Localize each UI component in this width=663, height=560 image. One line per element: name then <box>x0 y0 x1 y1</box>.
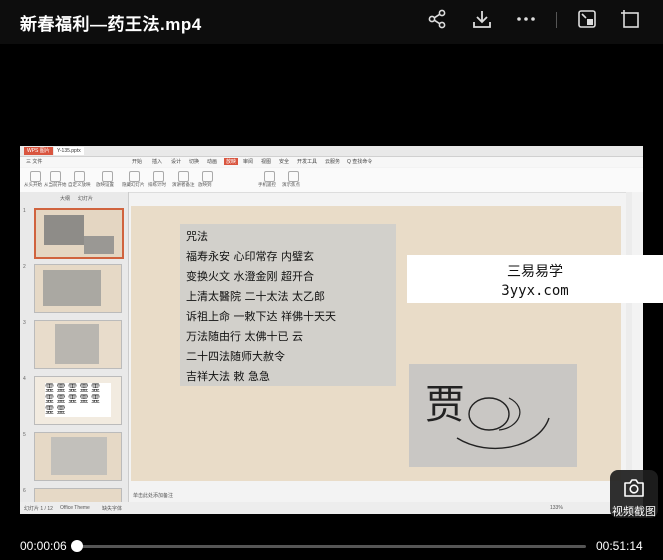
video-screenshot-button[interactable]: 视频截图 <box>610 470 658 518</box>
handwritten-note-photo: 咒法 福寿永安 心印常存 内璧玄 变换火文 水澄金刚 超开合 上清太醫院 二十太… <box>180 224 396 386</box>
note-line: 吉祥大法 敕 急急 <box>186 370 270 383</box>
wps-menu-item: 动画 <box>207 159 218 165</box>
thumb-number: 4 <box>23 376 26 382</box>
note-line: 万法随由行 太佛十已 云 <box>186 330 303 343</box>
tool-icon <box>129 171 140 182</box>
wps-menu-item: 开发工具 <box>297 159 318 165</box>
wps-menu-item: 设计 <box>171 159 182 165</box>
status-missing-fonts: 缺失字体 <box>102 506 123 512</box>
wps-menu-item: 切换 <box>189 159 200 165</box>
header-divider <box>556 12 557 28</box>
wps-tab-bar: WPS 图片 Y-135.pptx <box>20 146 643 157</box>
thumb-number: 6 <box>23 488 26 494</box>
slide-thumbnail[interactable] <box>34 208 124 259</box>
wps-status-bar: 幻灯片 1 / 12 Office Theme 缺失字体 单击此处添加备注 13… <box>20 493 643 514</box>
sidebar-tab-outline[interactable]: 大纲 <box>60 195 70 202</box>
wps-menu-item: 视图 <box>261 159 272 165</box>
camera-icon <box>624 479 644 497</box>
status-zoom: 133% <box>550 505 563 511</box>
wps-menu-item: 安全 <box>279 159 290 165</box>
thumb-number: 2 <box>23 264 26 270</box>
slide-thumbnail[interactable] <box>34 320 122 369</box>
watermark: 三易易学 3yyx.com <box>407 255 663 303</box>
current-slide: 咒法 福寿永安 心印常存 内璧玄 变换火文 水澄金刚 超开合 上清太醫院 二十太… <box>131 206 621 481</box>
thumb-number: 3 <box>23 320 26 326</box>
more-icon[interactable] <box>515 8 537 30</box>
talisman-spiral <box>456 397 550 450</box>
wps-menu-item: 审阅 <box>243 159 254 165</box>
slide-thumbnail-panel: 大纲 幻灯片 1 2 3 4 霊 霊 霊 霊 霊 霊 霊 霊 霊 霊 霊 霊 5… <box>20 192 129 504</box>
tool-icon <box>50 171 61 182</box>
side-tools-panel <box>632 192 643 512</box>
download-icon[interactable] <box>471 8 493 30</box>
tool-icon <box>202 171 213 182</box>
wps-file-tab: Y-135.pptx <box>54 147 84 155</box>
tool-icon <box>74 171 85 182</box>
tool-label: 放映到 <box>198 182 212 187</box>
tool-label: 排练计时 <box>148 182 166 187</box>
tool-label: 演讲者备注 <box>172 182 195 187</box>
tool-icon <box>178 171 189 182</box>
screenshot-label: 视频截图 <box>612 506 656 518</box>
slide-thumbnail[interactable] <box>34 432 122 481</box>
wps-menu-item: 开始 <box>132 159 143 165</box>
note-line: 诉祖上命 一敕下达 祥佛十天天 <box>186 310 336 323</box>
tool-icon <box>288 171 299 182</box>
wps-toolbar: 从头开始 从当前开始 自定义放映 放映设置 隐藏幻灯片 排练计时 演讲者备注 放… <box>20 168 643 193</box>
tool-label: 从头开始 <box>24 182 42 187</box>
window-mode-icon[interactable] <box>619 8 641 30</box>
tool-icon <box>30 171 41 182</box>
talisman-photo: 贾 <box>409 364 577 467</box>
note-line: 上清太醫院 二十太法 太乙郎 <box>186 290 325 303</box>
sidebar-tab-slides[interactable]: 幻灯片 <box>78 195 93 202</box>
tool-label: 放映设置 <box>96 182 114 187</box>
slide-thumbnail[interactable]: 霊 霊 霊 霊 霊 霊 霊 霊 霊 霊 霊 霊 <box>34 376 122 425</box>
wps-menu-item: 云服务 <box>325 159 341 165</box>
wps-menu-bar: 三 文件 开始 插入 设计 切换 动画 放映 审阅 视图 安全 开发工具 云服务… <box>20 157 643 167</box>
tool-icon <box>264 171 275 182</box>
status-theme: Office Theme <box>60 505 90 511</box>
slide-thumbnail[interactable] <box>34 264 122 313</box>
thumb-number: 1 <box>23 208 26 214</box>
thumb-number: 5 <box>23 432 26 438</box>
current-time: 00:00:06 <box>20 539 67 553</box>
wps-menu-item: 三 文件 <box>26 159 43 165</box>
watermark-url: 3yyx.com <box>501 283 569 299</box>
tool-label: 自定义放映 <box>68 182 91 187</box>
wps-menu-item: 放映 <box>224 158 239 165</box>
tool-label: 隐藏幻灯片 <box>122 182 145 187</box>
tool-icon <box>102 171 113 182</box>
wps-menu-item: Q 查找命令 <box>347 159 373 165</box>
note-line: 咒法 <box>186 230 208 243</box>
note-line: 福寿永安 心印常存 内璧玄 <box>186 250 314 263</box>
tool-label: 手机遥控 <box>258 182 276 187</box>
picture-in-picture-icon[interactable] <box>576 8 598 30</box>
share-icon[interactable] <box>426 8 448 30</box>
status-notes-hint: 单击此处添加备注 <box>133 493 174 499</box>
note-line: 变换火文 水澄金刚 超开合 <box>186 270 314 283</box>
player-header: 新春福利—药王法.mp4 <box>0 0 663 44</box>
watermark-name: 三易易学 <box>507 264 563 280</box>
progress-track[interactable] <box>76 545 586 548</box>
video-title: 新春福利—药王法.mp4 <box>20 15 202 34</box>
status-slide-count: 幻灯片 1 / 12 <box>24 506 53 512</box>
playback-bar: 00:00:06 00:51:14 <box>0 530 663 560</box>
wps-home-tab: WPS 图片 <box>24 147 53 155</box>
total-time: 00:51:14 <box>596 539 643 553</box>
tool-label: 演示焦点 <box>282 182 300 187</box>
tool-icon <box>153 171 164 182</box>
tool-label: 从当前开始 <box>44 182 67 187</box>
progress-knob[interactable] <box>71 540 83 552</box>
wps-menu-item: 插入 <box>152 159 163 165</box>
video-frame[interactable]: WPS 图片 Y-135.pptx 三 文件 开始 插入 设计 切换 动画 放映… <box>20 146 643 514</box>
note-line: 二十四法随师大赦令 <box>186 350 285 363</box>
